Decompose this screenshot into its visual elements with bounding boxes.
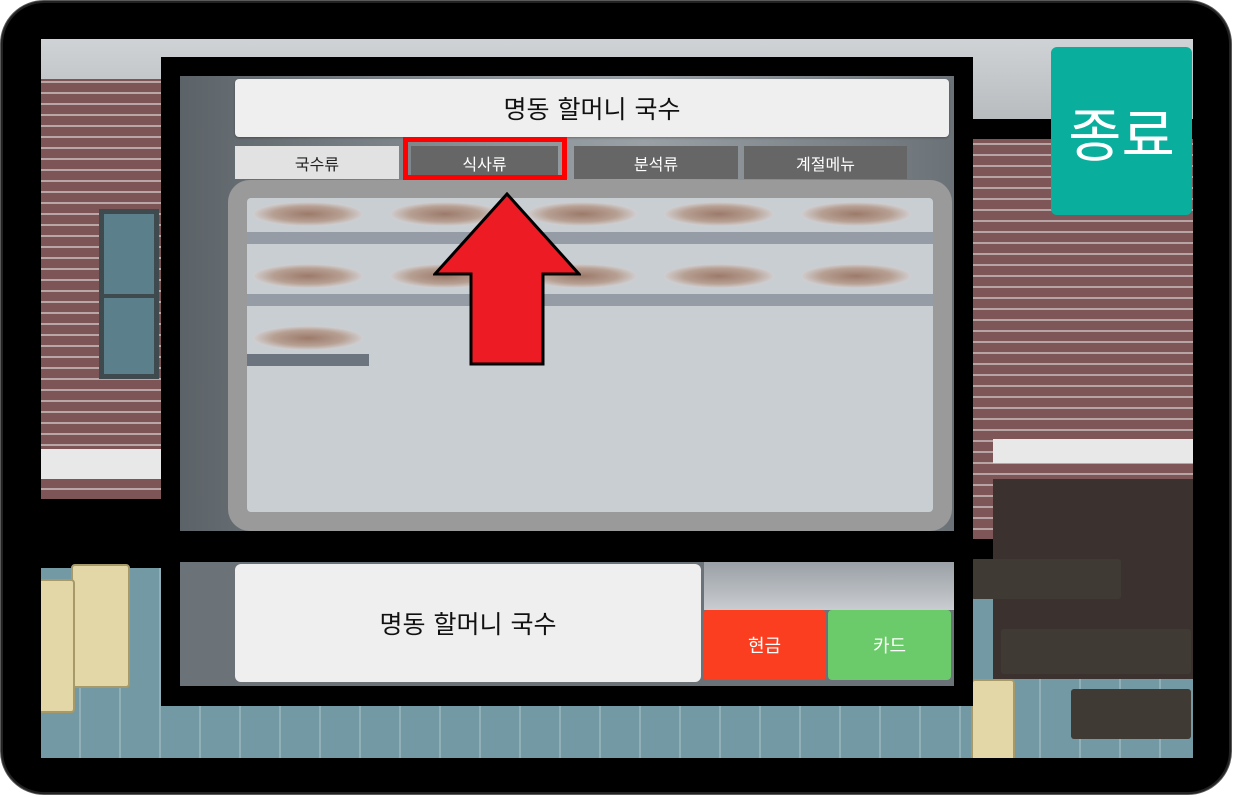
menu-item[interactable] (658, 260, 780, 304)
tab-seasonal[interactable]: 계절메뉴 (744, 146, 907, 179)
menu-item[interactable] (247, 260, 369, 304)
menu-panel: 명동 할머니 국수 국수류 식사류 분석류 계절메뉴 (180, 76, 954, 531)
menu-item[interactable] (247, 322, 369, 366)
counter-left (41, 449, 171, 479)
window (99, 209, 159, 379)
tab-highlight-box (403, 137, 567, 180)
up-arrow-icon (433, 192, 581, 366)
order-panel: 명동 할머니 국수 현금 카드 (180, 562, 954, 686)
order-summary: 명동 할머니 국수 (235, 564, 701, 682)
tablet-frame: 명동 할머니 국수 국수류 식사류 분석류 계절메뉴 명동 할머니 국수 현금 … (0, 0, 1232, 795)
dining-table (971, 559, 1121, 599)
card-button[interactable]: 카드 (828, 610, 951, 680)
menu-item[interactable] (658, 198, 780, 242)
store-title: 명동 할머니 국수 (235, 79, 949, 137)
dining-table (1071, 689, 1191, 739)
chair (71, 564, 130, 688)
menu-item[interactable] (247, 198, 369, 242)
menu-item[interactable] (795, 198, 917, 242)
kiosk: 명동 할머니 국수 국수류 식사류 분석류 계절메뉴 명동 할머니 국수 현금 … (161, 57, 973, 706)
menu-grid (247, 198, 933, 512)
dining-table (1001, 629, 1191, 674)
cash-button[interactable]: 현금 (703, 610, 826, 680)
counter-right (993, 439, 1193, 463)
menu-item[interactable] (795, 260, 917, 304)
tab-snacks[interactable]: 분석류 (574, 146, 738, 179)
tab-noodles[interactable]: 국수류 (235, 146, 399, 179)
chair (41, 579, 75, 713)
screen: 명동 할머니 국수 국수류 식사류 분석류 계절메뉴 명동 할머니 국수 현금 … (41, 39, 1193, 758)
chair (971, 679, 1015, 758)
exit-button[interactable]: 종료 (1051, 47, 1192, 215)
